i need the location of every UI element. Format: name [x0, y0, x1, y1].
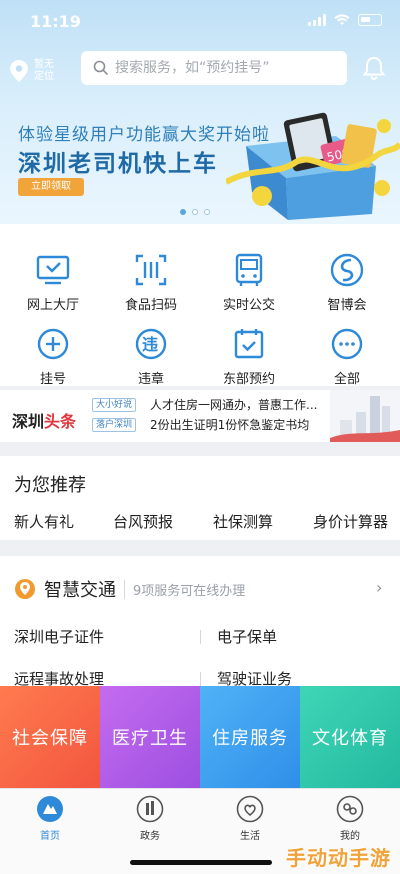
- hero-banner-area: 11:19 暂无定位 体验星级用户功能赢大奖开始啦 深圳老司机快上车 立即领取: [0, 0, 400, 224]
- news-headline[interactable]: 2份出生证明1份怀急鉴定书均: [150, 416, 309, 433]
- recommend-section: 为您推荐 新人有礼 台风预报 社保测算 身价计算器: [0, 456, 400, 540]
- svg-text:违: 违: [142, 335, 158, 354]
- location-label: 暂无定位: [34, 59, 54, 82]
- calendar-check-icon: [234, 329, 264, 359]
- battery-icon: [358, 14, 382, 26]
- recommend-item[interactable]: 新人有礼: [14, 511, 74, 532]
- tab-label: 首页: [40, 831, 60, 842]
- traffic-item[interactable]: 深圳电子证件: [14, 626, 104, 647]
- news-brand-left: 深圳: [12, 412, 45, 431]
- recommend-item[interactable]: 台风预报: [113, 511, 173, 532]
- recommend-item[interactable]: 身价计算器: [313, 511, 388, 532]
- category-culture-sports[interactable]: 文化体育: [300, 686, 400, 788]
- search-icon: [93, 60, 109, 76]
- location-pin-icon: [10, 60, 28, 82]
- pagination-dot[interactable]: [192, 209, 198, 215]
- news-ticker[interactable]: 深圳头条 大小好说 人才住房一网通办，普惠工作... 落户深圳 2份出生证明1份…: [0, 390, 400, 442]
- home-icon: [37, 796, 63, 822]
- category-housing[interactable]: 住房服务: [200, 686, 300, 788]
- signal-icon: [308, 14, 326, 26]
- traffic-header[interactable]: 智慧交通 9项服务可在线办理: [14, 576, 245, 602]
- pagination-dot[interactable]: [180, 209, 186, 215]
- banner-title: 深圳老司机快上车: [18, 151, 218, 177]
- recommend-item[interactable]: 社保测算: [213, 511, 273, 532]
- service-label: 全部: [333, 372, 360, 387]
- traffic-item[interactable]: 电子保单: [217, 626, 277, 647]
- service-east-reservation[interactable]: 东部预约: [199, 310, 299, 387]
- tab-home[interactable]: 首页: [0, 795, 100, 842]
- chevron-right-icon[interactable]: ›: [376, 578, 382, 597]
- city-skyline-illustration: [330, 390, 400, 442]
- divider: [200, 672, 201, 686]
- service-food-scan[interactable]: 食品扫码: [101, 236, 201, 313]
- medical-cross-icon: [37, 328, 69, 360]
- status-bar: 11:19: [0, 0, 400, 44]
- tab-life[interactable]: 生活: [200, 795, 300, 842]
- service-online-hall[interactable]: 网上大厅: [3, 236, 103, 313]
- tab-profile[interactable]: 我的: [300, 795, 400, 842]
- traffic-title: 智慧交通: [44, 580, 116, 601]
- service-registration[interactable]: 挂号: [3, 310, 103, 387]
- service-label: 挂号: [39, 372, 66, 387]
- recommend-title: 为您推荐: [14, 475, 86, 496]
- expo-logo-icon: [330, 253, 364, 287]
- news-tag: 大小好说: [92, 398, 137, 412]
- status-time: 11:19: [30, 12, 81, 31]
- service-label: 违章: [137, 372, 164, 387]
- status-icons: [308, 14, 382, 26]
- location-selector[interactable]: 暂无定位: [10, 56, 70, 86]
- traffic-subtitle: 9项服务可在线办理: [124, 579, 245, 599]
- category-social-security[interactable]: 社会保障: [0, 686, 100, 788]
- service-realtime-bus[interactable]: 实时公交: [199, 236, 299, 313]
- tab-label: 我的: [340, 831, 360, 842]
- banner-claim-button[interactable]: 立即领取: [18, 178, 84, 196]
- news-tag: 落户深圳: [92, 418, 137, 432]
- bell-icon[interactable]: [361, 55, 387, 81]
- search-input[interactable]: [115, 60, 335, 76]
- scan-icon: [135, 254, 167, 286]
- service-violation[interactable]: 违 违章: [101, 310, 201, 387]
- service-all[interactable]: 全部: [297, 310, 397, 387]
- tab-label: 生活: [240, 831, 260, 842]
- monitor-icon: [36, 255, 70, 285]
- news-brand-right: 头条: [44, 412, 77, 431]
- watermark: 手动动手游: [286, 846, 391, 870]
- tab-label: 政务: [140, 831, 160, 842]
- service-label: 东部预约: [222, 372, 275, 387]
- search-bar[interactable]: [81, 51, 347, 85]
- government-icon: [136, 795, 164, 823]
- pagination-dot[interactable]: [204, 209, 210, 215]
- service-grid: 网上大厅 食品扫码 实时公交 智博会 挂号 违 违章 东部预约 全部: [0, 224, 400, 387]
- profile-icon: [336, 795, 364, 823]
- news-brand-logo: 深圳头条: [12, 408, 76, 432]
- gift-box-illustration: 500: [226, 112, 400, 220]
- service-smart-expo[interactable]: 智博会: [297, 236, 397, 313]
- tab-government[interactable]: 政务: [100, 795, 200, 842]
- category-medical[interactable]: 医疗卫生: [100, 686, 200, 788]
- wifi-icon: [334, 14, 350, 25]
- home-indicator[interactable]: [130, 860, 272, 865]
- violation-icon: 违: [135, 328, 167, 360]
- bus-icon: [235, 253, 263, 286]
- news-headline[interactable]: 人才住房一网通办，普惠工作...: [150, 396, 317, 413]
- banner-pagination: [180, 209, 210, 215]
- traffic-badge-icon: [15, 579, 35, 599]
- life-heart-icon: [236, 795, 264, 823]
- category-tiles: 社会保障 医疗卫生 住房服务 文化体育: [0, 686, 400, 788]
- divider: [200, 630, 201, 644]
- more-dots-icon: [331, 328, 363, 360]
